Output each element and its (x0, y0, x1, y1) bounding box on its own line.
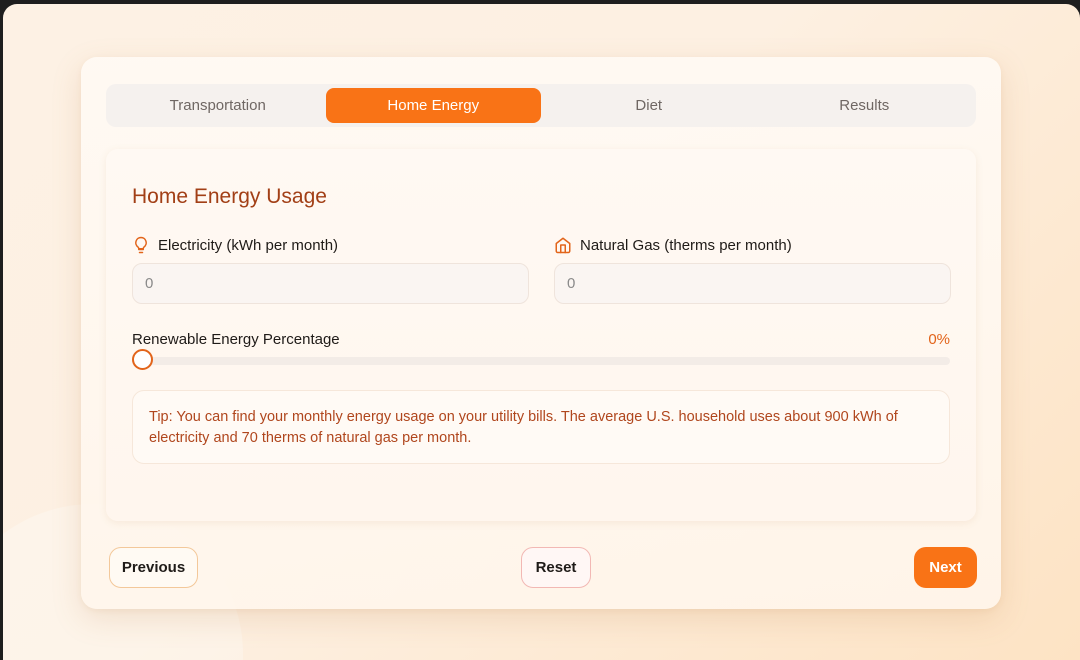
renewable-slider-thumb[interactable] (132, 349, 153, 370)
renewable-slider-track[interactable] (132, 357, 950, 365)
electricity-input[interactable]: 0 (132, 263, 529, 304)
lightbulb-icon (132, 236, 150, 254)
tab-results[interactable]: Results (757, 88, 973, 123)
tab-transportation[interactable]: Transportation (110, 88, 326, 123)
gas-input[interactable]: 0 (554, 263, 951, 304)
tab-home-energy[interactable]: Home Energy (325, 88, 541, 123)
electricity-label-row: Electricity (kWh per month) (132, 236, 338, 254)
electricity-label: Electricity (kWh per month) (158, 236, 339, 254)
tab-diet[interactable]: Diet (541, 88, 757, 123)
step-tabs: Transportation Home Energy Diet Results (106, 84, 976, 127)
app-viewport: Transportation Home Energy Diet Results … (3, 4, 1080, 660)
gas-label: Natural Gas (therms per month) (580, 236, 792, 254)
renewable-label: Renewable Energy Percentage (132, 331, 340, 348)
reset-button[interactable]: Reset (521, 547, 591, 588)
previous-button[interactable]: Previous (109, 547, 198, 588)
energy-tip: Tip: You can find your monthly energy us… (132, 390, 950, 464)
calculator-card: Transportation Home Energy Diet Results … (81, 57, 1001, 609)
renewable-value: 0% (928, 331, 950, 348)
home-icon (554, 236, 572, 254)
section-title: Home Energy Usage (132, 185, 327, 208)
home-energy-panel: Home Energy Usage Electricity (kWh per m… (106, 149, 976, 521)
gas-label-row: Natural Gas (therms per month) (554, 236, 792, 254)
next-button[interactable]: Next (914, 547, 977, 588)
